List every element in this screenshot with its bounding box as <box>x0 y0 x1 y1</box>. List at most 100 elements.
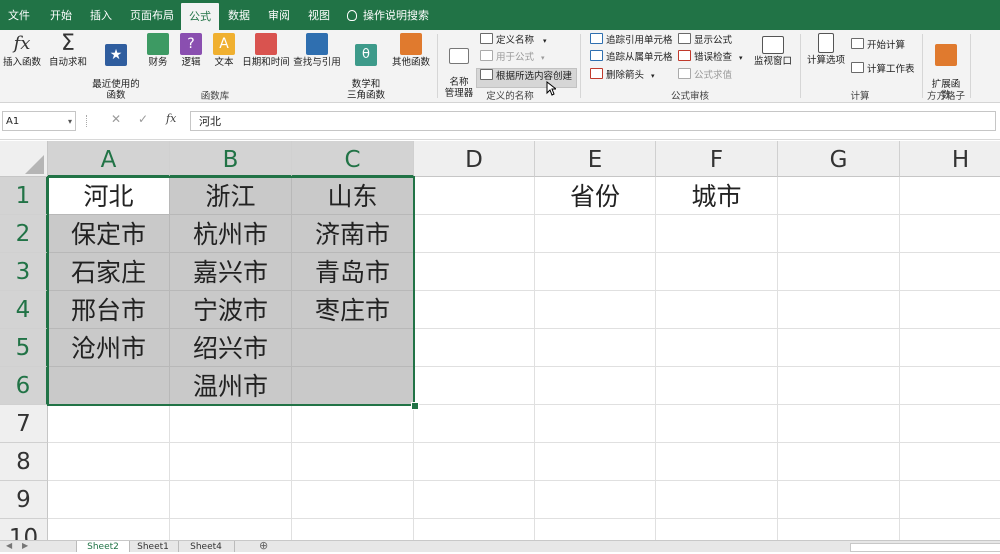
tab-page-layout[interactable]: 页面布局 <box>124 0 180 30</box>
cell-f3[interactable] <box>656 253 778 291</box>
cell-f2[interactable] <box>656 215 778 253</box>
recent-functions-button[interactable]: ★ 最近使用的 函数 <box>91 33 141 101</box>
cell-h2[interactable] <box>900 215 1000 253</box>
cell-b8[interactable] <box>170 443 292 481</box>
column-header-a[interactable]: A <box>48 141 170 177</box>
cell-a10[interactable] <box>48 519 170 540</box>
row-header-4[interactable]: 4 <box>0 291 48 329</box>
cell-a6[interactable] <box>48 367 170 405</box>
column-header-b[interactable]: B <box>170 141 292 177</box>
cell-c3[interactable]: 青岛市 <box>292 253 414 291</box>
cell-c10[interactable] <box>292 519 414 540</box>
cell-h9[interactable] <box>900 481 1000 519</box>
cell-c5[interactable] <box>292 329 414 367</box>
show-formulas-button[interactable]: 显示公式 <box>678 33 732 47</box>
column-header-e[interactable]: E <box>535 141 656 177</box>
cell-g3[interactable] <box>778 253 900 291</box>
cell-c6[interactable] <box>292 367 414 405</box>
cell-a2[interactable]: 保定市 <box>48 215 170 253</box>
cell-d6[interactable] <box>414 367 535 405</box>
trace-dependents-button[interactable]: 追踪从属单元格 <box>590 50 673 64</box>
cell-b10[interactable] <box>170 519 292 540</box>
datetime-button[interactable]: 日期和时间 <box>240 33 292 68</box>
cell-a4[interactable]: 邢台市 <box>48 291 170 329</box>
cell-d1[interactable] <box>414 177 535 215</box>
cell-g7[interactable] <box>778 405 900 443</box>
cell-g5[interactable] <box>778 329 900 367</box>
define-name-button[interactable]: 定义名称 ▾ <box>480 33 547 47</box>
cell-e2[interactable] <box>535 215 656 253</box>
cell-g1[interactable] <box>778 177 900 215</box>
column-header-h[interactable]: H <box>900 141 1000 177</box>
cell-e6[interactable] <box>535 367 656 405</box>
row-header-6[interactable]: 6 <box>0 367 48 405</box>
cell-c4[interactable]: 枣庄市 <box>292 291 414 329</box>
cell-a5[interactable]: 沧州市 <box>48 329 170 367</box>
cell-f8[interactable] <box>656 443 778 481</box>
column-header-g[interactable]: G <box>778 141 900 177</box>
formula-bar-grip[interactable] <box>86 115 89 127</box>
cell-a1[interactable]: 河北 <box>48 177 170 215</box>
cell-c9[interactable] <box>292 481 414 519</box>
cell-e5[interactable] <box>535 329 656 367</box>
cell-d3[interactable] <box>414 253 535 291</box>
cell-a3[interactable]: 石家庄 <box>48 253 170 291</box>
cell-g10[interactable] <box>778 519 900 540</box>
tab-insert[interactable]: 插入 <box>84 0 118 30</box>
cell-d8[interactable] <box>414 443 535 481</box>
cell-g2[interactable] <box>778 215 900 253</box>
tab-home[interactable]: 开始 <box>44 0 78 30</box>
cell-a7[interactable] <box>48 405 170 443</box>
column-header-d[interactable]: D <box>414 141 535 177</box>
cell-g8[interactable] <box>778 443 900 481</box>
row-header-7[interactable]: 7 <box>0 405 48 443</box>
tab-review[interactable]: 审阅 <box>262 0 296 30</box>
cell-c1[interactable]: 山东 <box>292 177 414 215</box>
tab-formulas[interactable]: 公式 <box>181 3 219 33</box>
insert-function-button[interactable]: fx 插入函数 <box>1 33 43 68</box>
cell-h7[interactable] <box>900 405 1000 443</box>
row-header-5[interactable]: 5 <box>0 329 48 367</box>
cell-d2[interactable] <box>414 215 535 253</box>
cell-h8[interactable] <box>900 443 1000 481</box>
cell-e7[interactable] <box>535 405 656 443</box>
calc-sheet-button[interactable]: 计算工作表 <box>851 62 915 76</box>
cell-g6[interactable] <box>778 367 900 405</box>
row-header-9[interactable]: 9 <box>0 481 48 519</box>
logical-button[interactable]: ? 逻辑 <box>176 33 206 68</box>
cell-d5[interactable] <box>414 329 535 367</box>
column-header-c[interactable]: C <box>292 141 414 177</box>
cell-c8[interactable] <box>292 443 414 481</box>
cell-f1[interactable]: 城市 <box>656 177 778 215</box>
cell-e9[interactable] <box>535 481 656 519</box>
tab-tell-me[interactable]: 操作说明搜索 <box>345 0 431 30</box>
select-all-corner[interactable] <box>0 141 48 177</box>
cell-h1[interactable] <box>900 177 1000 215</box>
calc-options-button[interactable]: 计算选项 <box>805 33 847 66</box>
cell-h6[interactable] <box>900 367 1000 405</box>
watch-window-button[interactable]: 监视窗口 <box>750 33 796 67</box>
create-from-selection-button[interactable]: 根据所选内容创建 <box>480 69 572 83</box>
autosum-button[interactable]: Σ 自动求和 <box>46 33 90 69</box>
cell-f4[interactable] <box>656 291 778 329</box>
cell-e4[interactable] <box>535 291 656 329</box>
error-checking-button[interactable]: 错误检查 ▾ <box>678 50 743 64</box>
financial-button[interactable]: 财务 <box>143 33 173 68</box>
cell-e1[interactable]: 省份 <box>535 177 656 215</box>
tab-file[interactable]: 文件 <box>4 0 34 30</box>
sheet-tab-sheet4[interactable]: Sheet4 <box>178 541 235 552</box>
tab-data[interactable]: 数据 <box>222 0 256 30</box>
cell-f10[interactable] <box>656 519 778 540</box>
cell-d4[interactable] <box>414 291 535 329</box>
cell-d7[interactable] <box>414 405 535 443</box>
cell-a8[interactable] <box>48 443 170 481</box>
trace-precedents-button[interactable]: 追踪引用单元格 <box>590 33 673 47</box>
chevron-down-icon[interactable]: ▾ <box>68 112 72 132</box>
sheet-nav-right-icon[interactable]: ▶ <box>22 541 28 550</box>
lookup-button[interactable]: 查找与引用 <box>292 33 342 68</box>
row-header-8[interactable]: 8 <box>0 443 48 481</box>
cell-b3[interactable]: 嘉兴市 <box>170 253 292 291</box>
cell-h4[interactable] <box>900 291 1000 329</box>
sheet-nav-left-icon[interactable]: ◀ <box>6 541 12 550</box>
cell-b7[interactable] <box>170 405 292 443</box>
